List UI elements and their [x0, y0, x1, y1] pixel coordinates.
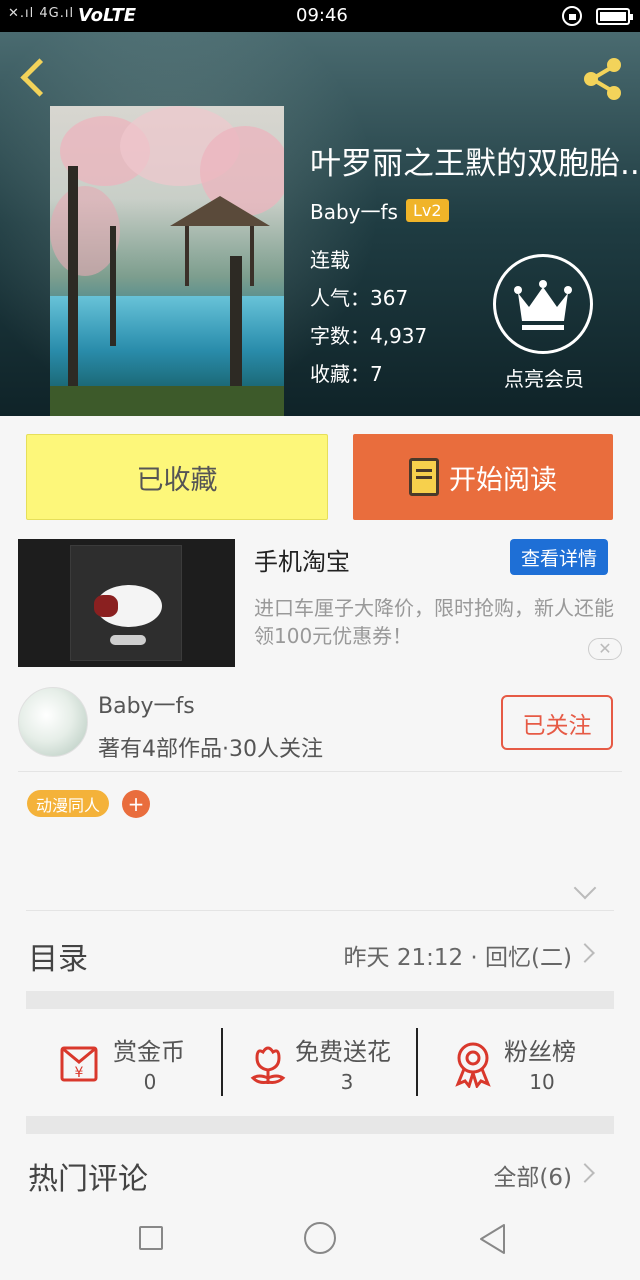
fan-ranking-value: 10	[529, 1070, 555, 1094]
author-row: Baby一fs Lv2	[310, 195, 449, 225]
divider	[26, 910, 614, 911]
favorites-count: 收藏：7	[310, 362, 383, 386]
send-flower-label: 免费送花	[295, 1038, 391, 1066]
back-button[interactable]	[18, 56, 48, 100]
system-nav-bar	[0, 1205, 640, 1280]
reward-coins-label: 赏金币	[113, 1038, 185, 1066]
divider	[18, 771, 622, 772]
collected-label: 已收藏	[136, 464, 218, 496]
divider	[416, 1028, 418, 1096]
book-header: 叶罗丽之王默的双胞胎... Baby一fs Lv2 连载 人气：367 字数：4…	[0, 32, 640, 416]
svg-text:¥: ¥	[75, 1065, 84, 1081]
back-triangle-icon[interactable]	[478, 1222, 508, 1256]
avatar[interactable]	[18, 687, 88, 757]
ad-details-button[interactable]: 查看详情	[510, 539, 608, 575]
fan-ranking-button[interactable]: 粉丝榜 10	[450, 1028, 590, 1098]
vip-button[interactable]	[493, 254, 593, 354]
profile-author-name[interactable]: Baby一fs	[98, 688, 195, 720]
start-reading-label: 开始阅读	[449, 464, 557, 496]
ad-title[interactable]: 手机淘宝	[254, 542, 350, 577]
serial-status: 连载	[310, 248, 350, 272]
popularity-count: 人气：367	[310, 286, 409, 310]
author-name[interactable]: Baby一fs	[310, 196, 398, 225]
divider	[221, 1028, 223, 1096]
all-comments-link[interactable]: 全部(6)	[493, 1158, 572, 1192]
catalog-label[interactable]: 目录	[28, 934, 88, 978]
latest-chapter[interactable]: 昨天 21:12 · 回忆(二)	[344, 938, 572, 972]
section-separator	[26, 1116, 614, 1134]
flower-icon	[250, 1046, 286, 1084]
vip-label[interactable]: 点亮会员	[482, 363, 606, 392]
status-bar: ✕.ıl 4G.ıl VoLTE 09:46	[0, 0, 640, 32]
collected-button[interactable]: 已收藏	[26, 434, 328, 520]
ad-description[interactable]: 进口车厘子大降价，限时抢购，新人还能领100元优惠券！	[254, 594, 624, 650]
ad-thumbnail[interactable]	[18, 539, 235, 667]
chevron-right-icon[interactable]	[575, 943, 595, 963]
book-icon	[409, 458, 439, 496]
follow-button[interactable]: 已关注	[501, 695, 613, 750]
share-icon	[584, 58, 621, 100]
crown-icon	[514, 280, 572, 330]
chevron-right-icon[interactable]	[575, 1163, 595, 1183]
word-count: 字数：4,937	[310, 324, 428, 348]
hot-comments-label: 热门评论	[28, 1162, 148, 1197]
chevron-down-icon[interactable]	[573, 876, 597, 900]
fan-ranking-label: 粉丝榜	[504, 1038, 576, 1066]
profile-stats: 著有4部作品·30人关注	[98, 737, 323, 762]
recent-apps-button[interactable]	[139, 1226, 163, 1250]
book-cover[interactable]	[50, 106, 284, 416]
level-badge: Lv2	[405, 198, 449, 222]
send-flower-value: 3	[340, 1070, 354, 1094]
home-button[interactable]	[304, 1222, 336, 1254]
add-tag-button[interactable]: +	[122, 790, 150, 818]
network-type: VoLTE	[78, 5, 137, 26]
clock: 09:46	[296, 5, 348, 26]
signal-indicator: ✕.ıl 4G.ıl	[8, 6, 75, 21]
reward-coins-value: 0	[143, 1070, 157, 1094]
close-icon[interactable]: ✕	[588, 638, 622, 660]
book-title: 叶罗丽之王默的双胞胎...	[310, 146, 640, 182]
start-reading-button[interactable]: 开始阅读	[353, 434, 613, 520]
reward-coins-button[interactable]: ¥ 赏金币 0	[56, 1028, 206, 1098]
share-button[interactable]	[578, 54, 628, 104]
section-separator	[26, 991, 614, 1009]
rotation-lock-icon	[562, 6, 582, 26]
tag-anime-fanfic[interactable]: 动漫同人	[27, 790, 110, 817]
battery-icon	[596, 8, 633, 25]
red-envelope-icon: ¥	[60, 1046, 98, 1082]
ribbon-medal-icon	[455, 1042, 491, 1088]
send-flower-button[interactable]: 免费送花 3	[245, 1028, 405, 1098]
